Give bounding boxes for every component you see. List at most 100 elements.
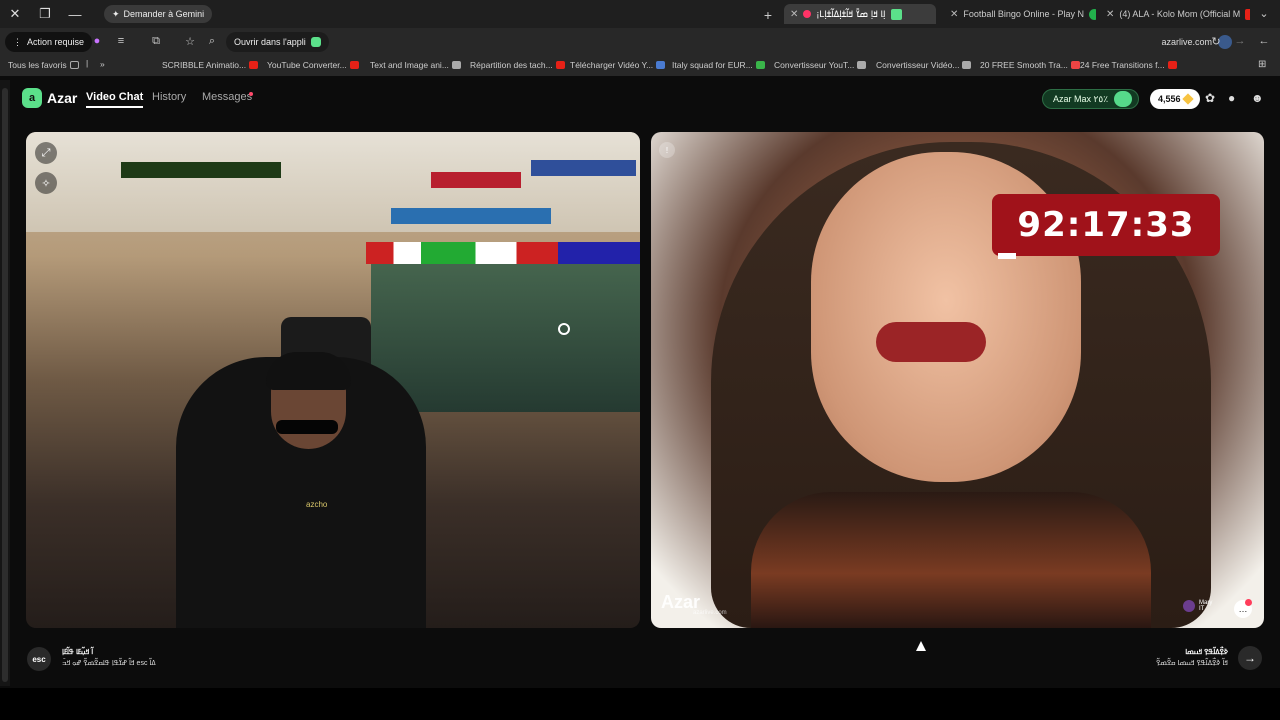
settings-gear-icon[interactable]: ✿ [1205,91,1215,105]
bookmarks-bar: Tous les favoris | » SCRIBBLE Animatio..… [0,56,1280,76]
close-tab-icon[interactable]: ✕ [1106,9,1114,20]
bookmark-label: Convertisseur YouT... [774,60,855,70]
tab-history[interactable]: History [152,91,186,103]
extensions-icon[interactable]: ⧉ [148,35,164,48]
scrollbar[interactable] [0,80,10,686]
bookmark-all-favorites[interactable]: Tous les favoris [8,60,79,70]
bookmark-item[interactable]: SCRIBBLE Animatio... [162,60,259,70]
site-icon [451,61,461,69]
bookmark-label: Télécharger Vidéo Y... [570,60,654,70]
tab-messages[interactable]: Messages [202,91,252,103]
open-in-app-label: Ouvrir dans l'appli [234,37,306,47]
effects-wand-icon[interactable]: ✧ [35,172,57,194]
next-hint-title: ߢߐ߲߯ߡߊ߬ߟߐ߲ ߞߎߘߊ [1185,649,1228,656]
bookmark-label: Italy squad for EUR... [672,60,753,70]
stream-timer: 92:17:33 [992,194,1220,256]
grid-apps-icon[interactable]: ⊞ [1258,59,1266,70]
bookmark-item[interactable]: Text and Image ani... [370,60,461,70]
forward-icon[interactable]: → [1232,35,1248,47]
esc-hint: ߊ߬ ߞߎ߲߬ߓߊ ߟߊ߬ߓߊ߲ ߞߊ߬ ߝߌ߬ߟߊ߲ ߟߊߛߐ߬ߘߐ߲߬ ߝߋ… [62,648,156,667]
scarf-banner [121,162,281,178]
azar-favicon-icon [890,8,902,20]
gems-balance[interactable]: 4,556 [1150,89,1200,109]
doc-icon [656,61,666,69]
open-in-app-button[interactable]: Ouvrir dans l'appli [226,32,329,52]
tab-football-bingo[interactable]: ✕ Football Bingo Online - Play N [944,4,1096,24]
azar-logo-text: Azar [47,90,78,106]
scrollbar-thumb[interactable] [2,88,8,682]
gemini-label: Demander à Gemini [123,9,205,19]
bookmarks-divider: | [86,58,89,68]
info-icon[interactable]: ! [659,142,675,158]
minimize-window-icon[interactable]: — [60,0,90,28]
bookmark-item[interactable]: Répartition des tach... [470,60,565,70]
next-hint-text: ߞߊ߬ ߢߐ߲߯ߡߊ߬ߟߐ߲ ߞߎߘߊ ߛߐ߬ߘߐ߲߬ [1156,660,1228,667]
tab-youtube-ala[interactable]: ✕ (4) ALA - Kolo Mom (Official M [1100,4,1250,24]
close-tab-icon[interactable]: ✕ [790,9,798,20]
folder-icon [69,61,79,69]
football-favicon-icon [1088,8,1096,20]
azar-max-label: Azar Max ٢٥٪ [1053,93,1109,104]
azar-logo[interactable]: a Azar [22,88,77,108]
scarf-banner [531,160,636,176]
youtube-icon [555,61,565,69]
esc-hint-text: ߞߊ߬ ߝߌ߬ߟߊ߲ ߟߊߛߐ߬ߘߐ߲߬ ߝߋ߲ ߞߏ߫ esc ߡߊ߬ [62,660,156,667]
reload-icon[interactable]: ↻ [1208,35,1224,48]
azar-max-button[interactable]: Azar Max ٢٥٪ [1042,89,1140,109]
bookmark-label: Répartition des tach... [470,60,553,70]
notification-bell-icon[interactable]: ● [1228,91,1235,105]
esc-button[interactable]: esc [27,647,51,671]
azar-logo-mark-icon: a [22,88,42,108]
close-window-icon[interactable]: ✕ [0,0,30,28]
new-tab-button[interactable]: + [760,7,776,23]
profile-icon[interactable]: ● [89,35,105,47]
extensions-menu-icon[interactable]: ≡ [113,35,129,47]
site-icon [962,61,972,69]
zoom-icon[interactable]: ⌕ [204,35,220,48]
bookmark-item[interactable]: Convertisseur YouT... [774,60,867,70]
tab-title: Football Bingo Online - Play N [963,9,1084,19]
mouse-cursor-icon [916,641,926,651]
partner-lips [876,322,986,362]
clover-icon [1114,91,1133,107]
bookmark-item[interactable]: Convertisseur Vidéo... [876,60,972,70]
person-hair [266,352,351,390]
site-icon [1070,61,1080,69]
youtube-icon [349,61,359,69]
youtube-favicon-icon [1245,8,1250,20]
gem-icon [1181,93,1194,105]
bookmark-label: Convertisseur Vidéo... [876,60,960,70]
partner-avatar [1183,600,1195,612]
sunglasses [276,420,338,434]
profile-avatar-icon[interactable]: ☻ [1251,91,1264,105]
back-icon[interactable]: ← [1256,35,1272,47]
azar-app-icon [310,37,321,47]
partner-info[interactable]: Mary IT [1183,600,1212,612]
bookmark-item[interactable]: Italy squad for EUR... [672,60,765,70]
bookmark-item[interactable]: Télécharger Vidéo Y... [570,60,666,70]
shirt-brand-text: azcho [306,500,328,509]
bookmarks-overflow-icon[interactable]: » [100,59,105,69]
flags-strip [366,242,640,264]
recording-indicator-icon [803,10,812,18]
bookmark-item[interactable]: 24 Free Transitions f... [1080,60,1177,70]
restore-window-icon[interactable]: ❐ [30,0,60,28]
partner-country: IT [1199,606,1205,612]
next-partner-button[interactable]: → [1238,646,1262,670]
close-tab-icon[interactable]: ✕ [950,9,958,20]
gems-count: 4,556 [1158,94,1181,104]
action-required-button[interactable]: ⋮ Action requise [5,32,93,52]
tab-azar[interactable]: ✕ ¡Lߊ߲ߊ ߞߊ߲ ߘߌ߫ ߞߊ߬ߙߊ߲ߡߊ߬ߙߊ߲ [784,4,936,24]
room-window [371,242,640,412]
expand-icon[interactable]: ⤢ [35,142,57,164]
site-icon [857,61,867,69]
bookmark-item[interactable]: YouTube Converter... [267,60,359,70]
bookmark-label: 20 FREE Smooth Tra... [980,60,1068,70]
gemini-button[interactable]: ✦ Demander à Gemini [104,5,213,23]
tab-video-chat[interactable]: Video Chat [86,91,144,108]
bookmark-star-icon[interactable]: ☆ [182,35,198,48]
tab-search-icon[interactable]: ⌄ [1256,7,1272,20]
bookmark-item[interactable]: 20 FREE Smooth Tra... [980,60,1080,70]
bookmark-label: YouTube Converter... [267,60,347,70]
gemini-icon: ✦ [112,8,120,19]
